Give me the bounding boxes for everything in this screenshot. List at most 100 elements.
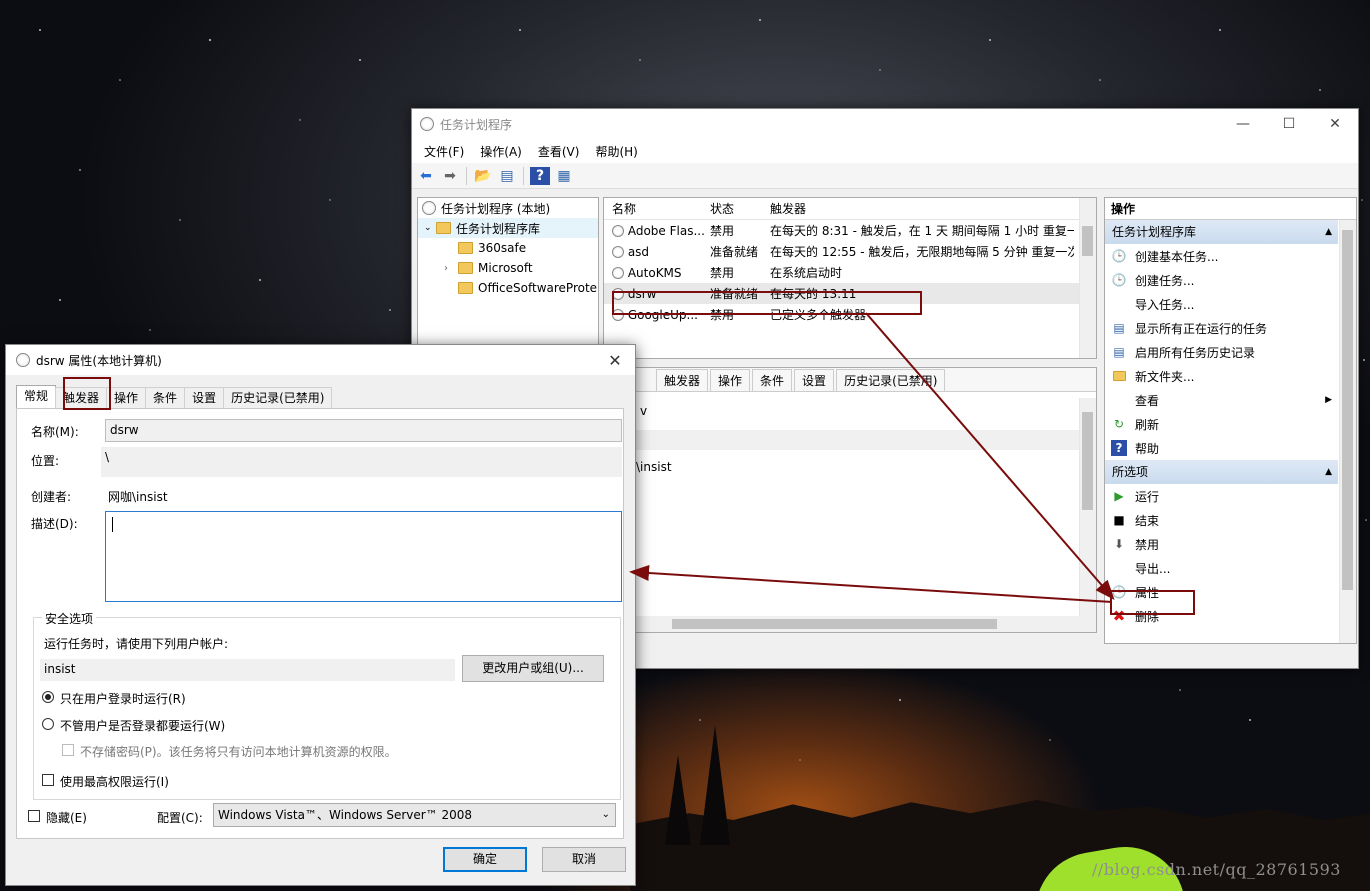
up-folder-icon[interactable]: 📂 (473, 167, 493, 185)
menu-help[interactable]: 帮助(H) (587, 143, 645, 160)
tree-item-folder[interactable]: 360safe (418, 238, 598, 258)
action-properties[interactable]: 🕒 属性 (1105, 580, 1338, 604)
tree-folder-label: Microsoft (478, 261, 533, 275)
actions-section-library[interactable]: 任务计划程序库 ▲ (1105, 220, 1338, 244)
radio-run-whether-logged[interactable] (42, 718, 54, 730)
detail-scrollbar[interactable] (1079, 398, 1096, 632)
scroll-thumb[interactable] (1342, 230, 1353, 590)
action-disable[interactable]: ⬇ 禁用 (1105, 532, 1338, 556)
scroll-thumb[interactable] (672, 619, 997, 629)
hidden-label[interactable]: 隐藏(E) (46, 809, 87, 826)
action-help[interactable]: ? 帮助 (1105, 436, 1338, 460)
column-header[interactable]: 名称 (604, 200, 704, 217)
horizontal-scrollbar[interactable] (604, 616, 1080, 632)
action-view[interactable]: 查看 ▶ (1105, 388, 1338, 412)
detail-tab[interactable]: 设置 (794, 368, 835, 391)
tab-settings[interactable]: 设置 (184, 387, 225, 409)
task-trigger: 已定义多个触发器 (770, 308, 867, 322)
collapse-icon[interactable]: ▲ (1325, 460, 1332, 484)
actions-section-selected[interactable]: 所选项 ▲ (1105, 460, 1338, 484)
run-as-label: 运行任务时，请使用下列用户帐户: (44, 637, 229, 651)
tab-conditions[interactable]: 条件 (145, 387, 186, 409)
action-import-task[interactable]: 导入任务... (1105, 292, 1338, 316)
config-label: 配置(C): (157, 811, 203, 825)
action-new-folder[interactable]: 新文件夹... (1105, 364, 1338, 388)
menu-action[interactable]: 操作(A) (472, 143, 530, 160)
table-row-selected[interactable]: dsrw 准备就绪 在每天的 13:11 (604, 283, 1096, 304)
close-icon[interactable]: ✕ (1312, 116, 1358, 132)
scroll-thumb[interactable] (1082, 412, 1093, 510)
tab-history[interactable]: 历史记录(已禁用) (223, 387, 333, 409)
tab-general[interactable]: 常规 (16, 385, 57, 409)
task-trigger: 在系统启动时 (770, 266, 843, 280)
radio-run-logged-on-label[interactable]: 只在用户登录时运行(R) (60, 690, 186, 707)
tab-actions[interactable]: 操作 (106, 387, 147, 409)
config-select[interactable]: Windows Vista™、Windows Server™ 2008 ⌄ (213, 803, 616, 827)
action-end[interactable]: ■ 结束 (1105, 508, 1338, 532)
action-enable-history[interactable]: ▤ 启用所有任务历史记录 (1105, 340, 1338, 364)
tree-root-label: 任务计划程序 (本地) (441, 201, 551, 216)
action-create-basic-task[interactable]: 🕒 创建基本任务... (1105, 244, 1338, 268)
collapse-icon[interactable]: ▲ (1325, 220, 1332, 244)
column-header[interactable]: 触发器 (764, 200, 1074, 217)
task-icon (612, 267, 624, 279)
change-user-button[interactable]: 更改用户或组(U)... (462, 655, 604, 682)
show-pane-icon[interactable]: ▤ (497, 167, 517, 185)
detail-tab[interactable]: 历史记录(已禁用) (836, 368, 946, 391)
task-trigger: 在每天的 13:11 (770, 287, 857, 301)
hidden-checkbox[interactable] (28, 810, 40, 822)
name-field[interactable]: dsrw (105, 419, 622, 442)
highest-privileges-checkbox[interactable] (42, 774, 54, 786)
tree-root[interactable]: 任务计划程序 (本地) (418, 198, 598, 218)
tree-item-library[interactable]: ⌄ 任务计划程序库 (418, 218, 598, 238)
task-name: GoogleUp... (627, 307, 698, 322)
table-row[interactable]: Adobe Flas... 禁用 在每天的 8:31 - 触发后，在 1 天 期… (604, 220, 1096, 241)
actions-scrollbar[interactable] (1339, 220, 1356, 643)
highest-privileges-label[interactable]: 使用最高权限运行(I) (60, 773, 169, 790)
maximize-icon[interactable]: ☐ (1266, 116, 1312, 132)
tree-item-folder[interactable]: OfficeSoftwareProte (418, 278, 598, 298)
menu-view[interactable]: 查看(V) (530, 143, 588, 160)
table-row[interactable]: asd 准备就绪 在每天的 12:55 - 触发后，无限期地每隔 5 分钟 重复… (604, 241, 1096, 262)
detail-field-bg (604, 430, 1080, 450)
detail-tab[interactable]: 触发器 (656, 368, 709, 391)
clock-icon (420, 117, 434, 131)
radio-run-whether-logged-label[interactable]: 不管用户是否登录都要运行(W) (60, 717, 225, 734)
action-pane-icon[interactable]: ▦ (554, 167, 574, 185)
expand-right-icon[interactable]: › (444, 263, 458, 274)
action-export[interactable]: 导出... (1105, 556, 1338, 580)
column-header[interactable]: 状态 (704, 200, 764, 217)
action-run[interactable]: ▶ 运行 (1105, 484, 1338, 508)
table-row[interactable]: GoogleUp... 禁用 已定义多个触发器 (604, 304, 1096, 325)
action-show-running[interactable]: ▤ 显示所有正在运行的任务 (1105, 316, 1338, 340)
detail-tab[interactable]: 操作 (710, 368, 751, 391)
ok-button[interactable]: 确定 (443, 847, 527, 872)
forward-arrow-icon[interactable]: ➡ (440, 167, 460, 185)
tree-item-folder[interactable]: › Microsoft (418, 258, 598, 278)
play-icon: ▶ (1114, 489, 1124, 503)
scroll-thumb[interactable] (1082, 226, 1093, 256)
back-arrow-icon[interactable]: ⬅ (416, 167, 436, 185)
cancel-button[interactable]: 取消 (542, 847, 626, 872)
minimize-icon[interactable]: — (1220, 116, 1266, 132)
menu-file[interactable]: 文件(F) (416, 143, 472, 160)
close-icon[interactable]: ✕ (595, 351, 635, 370)
task-list-scrollbar[interactable] (1079, 198, 1096, 358)
task-name: dsrw (627, 286, 657, 301)
detail-tab[interactable]: 条件 (752, 368, 793, 391)
action-refresh[interactable]: ↻ 刷新 (1105, 412, 1338, 436)
tab-triggers[interactable]: 触发器 (55, 387, 108, 409)
expand-down-icon[interactable]: ⌄ (424, 223, 436, 233)
action-create-task[interactable]: 🕒 创建任务... (1105, 268, 1338, 292)
action-delete[interactable]: ✖ 删除 (1105, 604, 1338, 628)
action-label: 运行 (1135, 489, 1160, 504)
section-label: 所选项 (1112, 465, 1149, 479)
help-icon[interactable]: ? (530, 166, 550, 185)
description-textarea[interactable] (105, 511, 622, 602)
security-options-title: 安全选项 (42, 610, 97, 627)
table-row[interactable]: AutoKMS 禁用 在系统启动时 (604, 262, 1096, 283)
no-store-password-checkbox[interactable] (62, 744, 74, 756)
radio-run-logged-on[interactable] (42, 691, 54, 703)
section-label: 任务计划程序库 (1112, 225, 1197, 239)
actions-pane: 操作 任务计划程序库 ▲ 🕒 创建基本任务... 🕒 创建任务... 导入任务...… (1104, 197, 1357, 644)
